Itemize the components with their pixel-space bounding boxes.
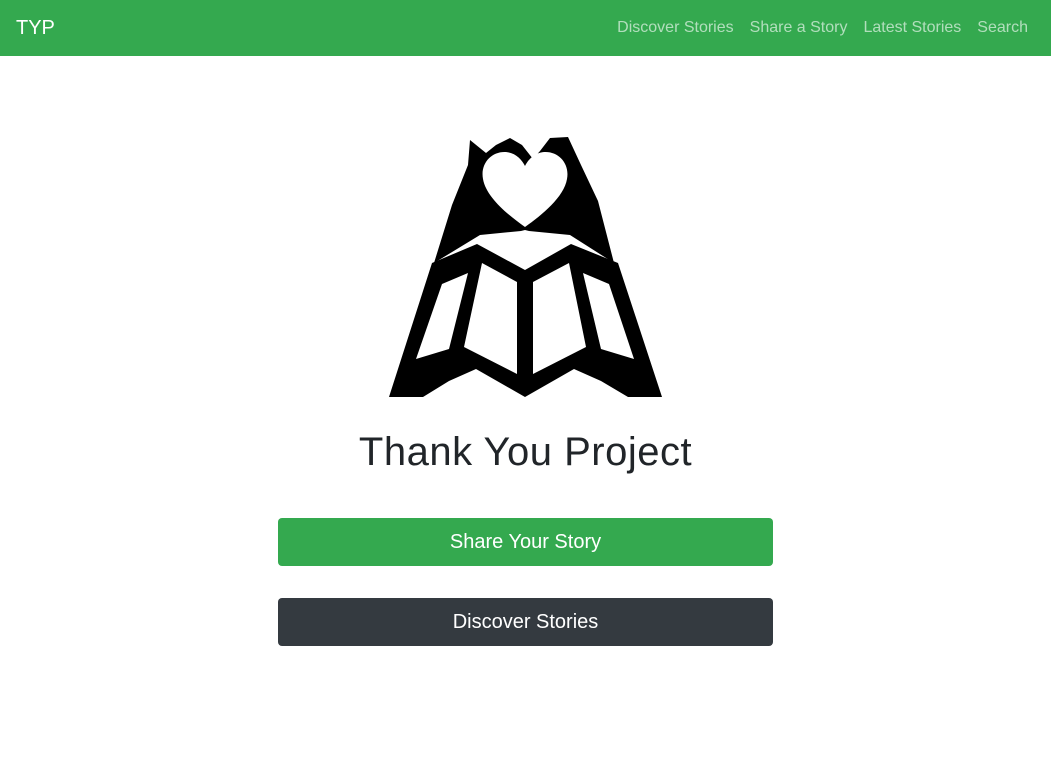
- share-your-story-button[interactable]: Share Your Story: [278, 518, 773, 566]
- hands-heart-book-icon: [389, 137, 662, 397]
- nav-link-share-a-story[interactable]: Share a Story: [742, 19, 856, 37]
- nav-link-latest-stories[interactable]: Latest Stories: [855, 19, 969, 37]
- nav-links: Discover Stories Share a Story Latest St…: [609, 19, 1028, 37]
- nav-link-search[interactable]: Search: [969, 19, 1028, 37]
- page-title: Thank You Project: [358, 430, 693, 474]
- brand-link[interactable]: TYP: [16, 17, 55, 40]
- nav-link-discover-stories[interactable]: Discover Stories: [609, 19, 741, 37]
- navbar: TYP Discover Stories Share a Story Lates…: [0, 0, 1051, 56]
- discover-stories-button[interactable]: Discover Stories: [278, 598, 773, 646]
